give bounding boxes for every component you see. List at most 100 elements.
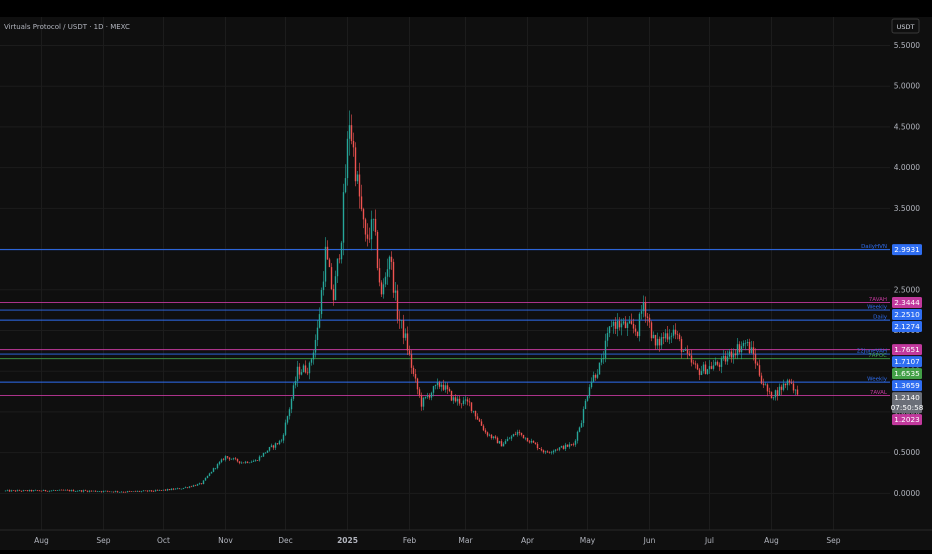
candle-body: [182, 487, 185, 489]
x-tick-label: 2025: [337, 536, 358, 545]
chart-area[interactable]: DailyHVN 7AVAH Weekly Daily 22JuneVAH 7APOC We…: [0, 17, 932, 550]
candle-body: [92, 490, 95, 492]
candle-body: [334, 276, 337, 301]
price-badge-label: 2.1274: [894, 322, 920, 331]
candle-body: [556, 449, 559, 451]
candle-body: [766, 384, 769, 392]
candle-body: [232, 458, 235, 460]
candle-body: [580, 423, 583, 428]
candle-body: [176, 488, 179, 489]
candle-body: [102, 490, 105, 492]
candle-body: [386, 269, 389, 277]
candle-body: [240, 462, 243, 464]
candle-body: [428, 395, 431, 398]
candle-body: [30, 490, 33, 492]
candle-body: [130, 491, 133, 492]
y-tick-label: 4.0000: [894, 163, 920, 172]
candle-body: [474, 410, 477, 417]
candle-body: [770, 391, 773, 399]
candle-body: [702, 364, 705, 372]
candle-body: [576, 431, 579, 441]
candle-body: [54, 490, 57, 492]
candle-body: [718, 364, 721, 367]
candle-body: [362, 209, 365, 220]
candle-body: [366, 234, 369, 239]
candle-body: [712, 365, 715, 369]
candle-body: [344, 178, 347, 193]
candle-body: [228, 457, 231, 460]
candle-body: [742, 343, 745, 347]
currency-label: USDT: [897, 23, 915, 31]
x-tick-label: Dec: [278, 536, 293, 545]
candle-body: [744, 342, 747, 344]
candle-body: [546, 451, 549, 453]
y-tick-label: 2.5000: [894, 285, 920, 294]
candle-body: [296, 366, 299, 382]
candle-body: [706, 369, 709, 374]
x-tick-label: Aug: [764, 536, 779, 545]
candle-body: [146, 490, 149, 492]
candle-body: [390, 256, 393, 262]
candle-body: [694, 363, 697, 365]
candle-body: [698, 369, 701, 375]
candle-body: [376, 231, 379, 269]
candle-body: [754, 354, 757, 364]
toolbar-strip: [0, 0, 932, 17]
y-tick-label: 5.0000: [894, 82, 920, 91]
x-tick-label: Sep: [826, 536, 840, 545]
currency-button[interactable]: USDT: [891, 18, 920, 34]
candle-body: [148, 490, 151, 492]
candle-body: [186, 487, 189, 488]
candle-body: [792, 383, 795, 391]
candle-body: [740, 346, 743, 353]
price-level-label: Weekly: [867, 377, 888, 383]
candle-body: [542, 450, 545, 453]
price-chart[interactable]: DailyHVN7AVAHWeeklyDaily22JuneVAH7APOCWe…: [0, 17, 932, 550]
candle-body: [234, 458, 237, 459]
candle-body: [476, 416, 479, 420]
candle-body: [410, 354, 413, 368]
candle-body: [444, 385, 447, 390]
candle-body: [750, 347, 753, 353]
candle-body: [22, 490, 25, 492]
candle-body: [332, 288, 335, 301]
candle-body: [508, 438, 511, 440]
candle-body: [100, 491, 103, 492]
candle-body: [276, 443, 279, 445]
candle-body: [62, 489, 65, 491]
candle-body: [166, 489, 169, 491]
candle-body: [438, 382, 441, 387]
candle-body: [520, 432, 523, 435]
candle-body: [620, 323, 623, 328]
candle-body: [554, 449, 557, 451]
candle-body: [338, 258, 341, 260]
candle-body: [530, 440, 533, 443]
candle-body: [400, 320, 403, 321]
candle-body: [506, 439, 509, 442]
candle-body: [306, 372, 309, 374]
candle-body: [594, 374, 597, 378]
candle-body: [426, 395, 429, 397]
candle-body: [316, 327, 319, 340]
candle-body: [544, 451, 547, 453]
candle-body: [282, 434, 285, 441]
candle-body: [138, 491, 141, 492]
candle-body: [768, 391, 771, 392]
candle-body: [260, 456, 263, 458]
candle-body: [758, 365, 761, 376]
candle-body: [730, 351, 733, 358]
candle-body: [238, 461, 241, 463]
candle-body: [200, 483, 203, 485]
candle-body: [714, 361, 717, 366]
candle-body: [578, 427, 581, 432]
candle-body: [484, 430, 487, 433]
candle-body: [90, 490, 93, 492]
price-level-label: 7AVAH: [869, 297, 887, 303]
candle-body: [56, 490, 59, 491]
y-tick-label: 4.5000: [894, 122, 920, 131]
candle-body: [58, 489, 61, 491]
candle-body: [442, 384, 445, 390]
price-badge-label: 1.6535: [894, 369, 920, 378]
candle-body: [786, 380, 789, 386]
candle-body: [416, 378, 419, 390]
